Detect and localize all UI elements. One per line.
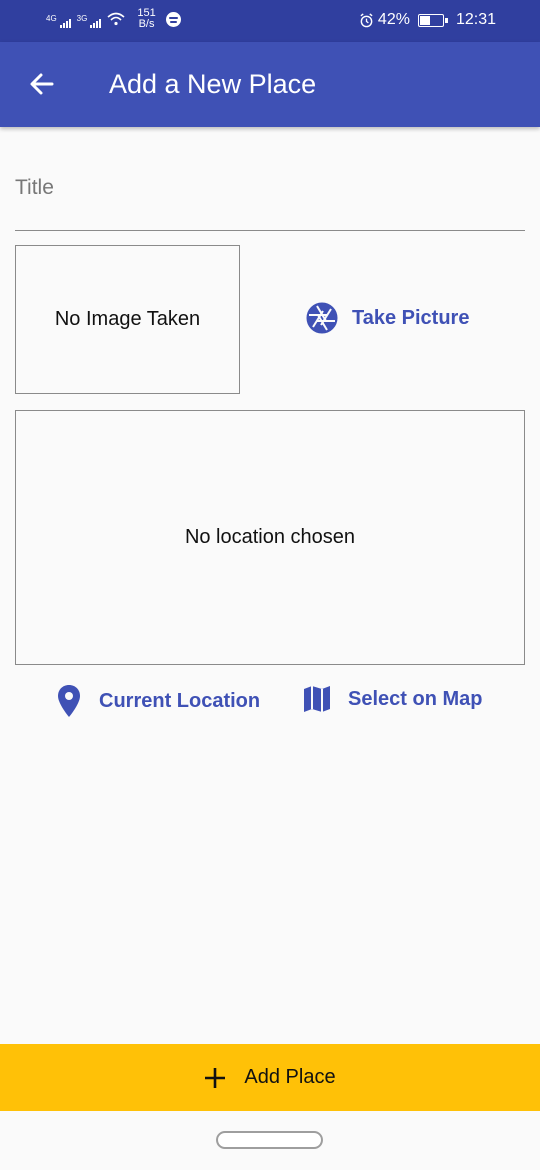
- alarm-icon: [360, 12, 373, 27]
- location-preview-text: No location chosen: [184, 526, 356, 548]
- status-left: 4G 3G 151 B/s: [46, 8, 181, 30]
- wifi-icon: [107, 12, 125, 26]
- location-pin-icon: [58, 685, 80, 717]
- clock: 12:31: [455, 11, 496, 28]
- map-icon: [304, 686, 330, 712]
- location-preview: No location chosen: [15, 410, 525, 665]
- arrow-back-icon: [30, 73, 54, 95]
- status-bar: 4G 3G 151 B/s 42% 12:31: [0, 0, 540, 42]
- title-field[interactable]: [15, 160, 525, 231]
- image-preview-text: No Image Taken: [54, 308, 201, 330]
- image-preview: No Image Taken: [15, 245, 240, 394]
- current-location-button[interactable]: Current Location: [57, 684, 260, 718]
- take-picture-label: Take Picture: [352, 306, 470, 329]
- app-bar: Add a New Place: [0, 42, 540, 127]
- select-on-map-button[interactable]: Select on Map: [302, 684, 482, 714]
- take-picture-button[interactable]: Take Picture: [306, 302, 469, 334]
- network-speed: 151 B/s: [137, 8, 155, 30]
- signal-icon: 3G: [76, 14, 102, 28]
- battery-icon: [417, 13, 448, 27]
- home-gesture-handle[interactable]: [216, 1131, 323, 1149]
- network-type-1: 4G: [46, 14, 57, 23]
- camera-aperture-icon: [306, 302, 338, 334]
- network-type-2: 3G: [76, 14, 88, 23]
- battery-percent: 42%: [377, 11, 410, 28]
- add-icon: [205, 1067, 226, 1088]
- add-place-label: Add Place: [244, 1066, 336, 1088]
- title-input[interactable]: [15, 160, 525, 210]
- back-button[interactable]: [22, 64, 62, 104]
- signal-icon: 4G: [46, 14, 71, 28]
- select-on-map-label: Select on Map: [348, 687, 483, 710]
- speed-unit: B/s: [138, 18, 155, 30]
- current-location-label: Current Location: [99, 689, 261, 712]
- spotify-icon: [165, 11, 181, 27]
- status-right: 42% 12:31: [359, 11, 496, 29]
- page-title: Add a New Place: [109, 69, 317, 99]
- add-place-button[interactable]: Add Place: [0, 1044, 540, 1111]
